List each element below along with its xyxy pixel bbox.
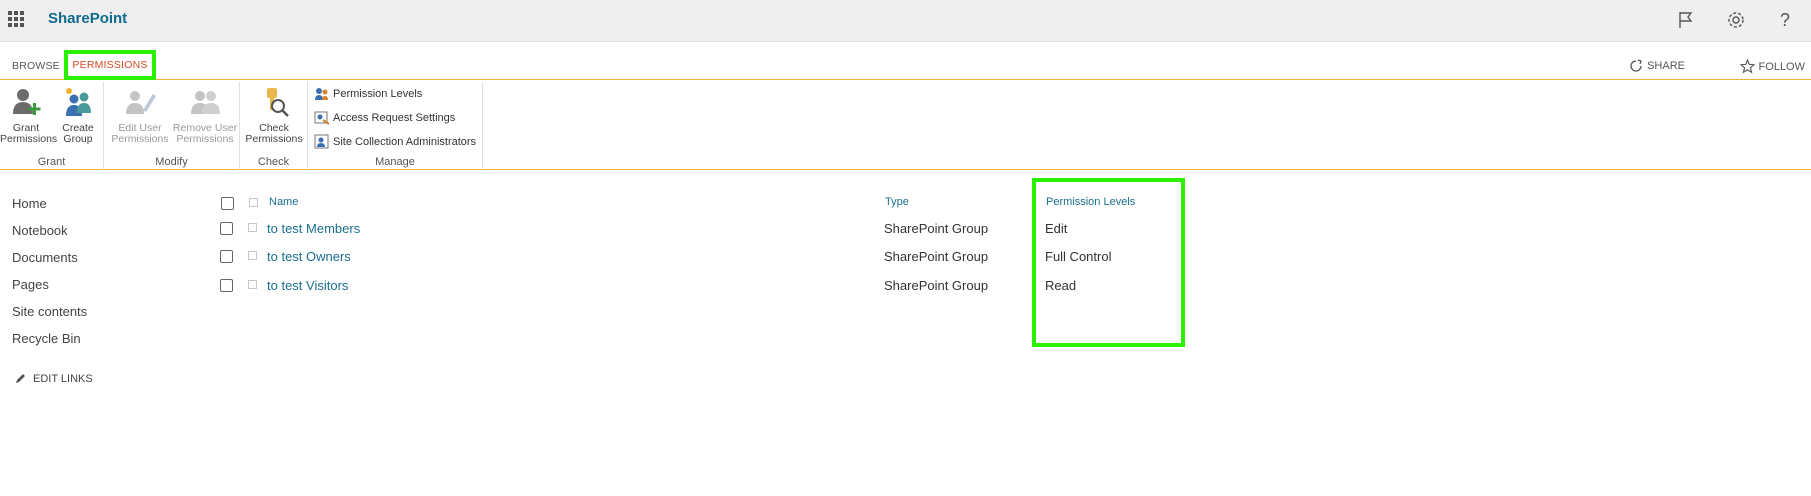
edit-links-label: EDIT LINKS [33,372,93,385]
row-item-checkbox[interactable] [248,280,257,289]
row-checkbox[interactable] [220,250,233,263]
group-permission-level: Full Control [1045,249,1112,264]
ribbon-group-manage: Permission Levels Access Request Setting… [308,82,483,170]
star-icon [1739,59,1755,74]
ribbon: Grant Permissions Create Group Grant Edi… [0,80,1811,170]
site-collection-administrators-icon [314,134,329,149]
column-header-permission-levels[interactable]: Permission Levels [1046,196,1135,208]
ribbon-group-label-grant: Grant [37,156,66,168]
suite-bar: SharePoint ? [0,0,1811,42]
nav-item-notebook[interactable]: Notebook [12,222,87,249]
site-collection-administrators-button[interactable]: Site Collection Administrators [314,134,476,150]
share-button[interactable]: SHARE [1629,59,1685,73]
nav-item-recycle-bin[interactable]: Recycle Bin [12,330,87,357]
ribbon-tab-bar: BROWSE PERMISSIONS [0,48,1811,80]
group-type: SharePoint Group [884,278,989,293]
create-group-label-2: Group [63,133,93,145]
left-navigation: Home Notebook Documents Pages Site conte… [12,195,87,357]
row-item-checkbox[interactable] [248,251,257,260]
column-header-type[interactable]: Type [885,196,909,208]
nav-item-home[interactable]: Home [12,195,87,222]
grant-permissions-button[interactable]: Grant Permissions [0,86,58,145]
ribbon-group-grant: Grant Permissions Create Group Grant [0,82,104,170]
flag-icon[interactable] [1675,9,1697,31]
access-request-settings-label: Access Request Settings [333,112,456,124]
share-label: SHARE [1647,60,1685,72]
site-collection-administrators-label: Site Collection Administrators [333,136,477,148]
nav-item-pages[interactable]: Pages [12,276,87,303]
remove-user-permissions-icon [191,91,220,114]
row-item-checkbox[interactable] [248,223,257,232]
check-permissions-button[interactable]: Check Permissions [242,86,306,145]
brand-title[interactable]: SharePoint [48,10,127,27]
group-permission-level: Read [1045,278,1077,293]
pencil-icon [16,374,25,383]
check-permissions-icon [267,88,289,117]
permission-levels-label: Permission Levels [333,88,423,100]
row-checkbox[interactable] [220,222,233,235]
edit-user-permissions-button[interactable]: Edit User Permissions [108,86,172,145]
ribbon-group-modify: Edit User Permissions Remove User Permis… [104,82,240,170]
edit-user-permissions-icon [126,91,156,114]
group-name-link[interactable]: to test Members [267,221,360,236]
group-name-link[interactable]: to test Visitors [267,278,348,293]
create-group-icon [66,88,91,116]
permission-levels-button[interactable]: Permission Levels [314,86,422,102]
remove-user-permissions-button[interactable]: Remove User Permissions [170,86,240,145]
access-request-settings-icon [314,111,330,125]
select-all-item-checkbox[interactable] [249,198,258,207]
group-type: SharePoint Group [884,249,989,264]
help-icon[interactable]: ? [1774,9,1796,31]
group-permission-level: Edit [1045,221,1068,236]
group-type: SharePoint Group [884,221,989,236]
column-header-name[interactable]: Name [269,196,298,208]
ribbon-group-label-check: Check [257,156,290,168]
remove-user-permissions-label-2: Permissions [176,133,234,145]
edit-links-button[interactable]: EDIT LINKS [14,372,93,385]
select-all-checkbox[interactable] [221,197,234,210]
access-request-settings-button[interactable]: Access Request Settings [314,110,455,126]
nav-item-site-contents[interactable]: Site contents [12,303,87,330]
tab-browse[interactable]: BROWSE [12,60,60,72]
waffle-icon[interactable] [8,11,24,27]
ribbon-group-label-modify: Modify [155,156,188,168]
grant-permissions-icon [13,89,41,115]
check-permissions-label-2: Permissions [245,133,303,145]
group-name-link[interactable]: to test Owners [267,249,351,264]
nav-item-documents[interactable]: Documents [12,249,87,276]
create-group-button[interactable]: Create Group [56,86,100,145]
permission-levels-icon [315,88,328,100]
row-checkbox[interactable] [220,279,233,292]
ribbon-group-check: Check Permissions Check [240,82,308,170]
gear-icon[interactable] [1725,9,1747,31]
share-icon [1630,59,1642,72]
ribbon-group-label-manage: Manage [375,156,415,168]
tab-permissions[interactable]: PERMISSIONS [64,50,156,80]
edit-user-permissions-label-2: Permissions [111,133,169,145]
follow-button[interactable]: FOLLOW [1739,59,1805,74]
grant-permissions-label-2: Permissions [0,133,58,145]
follow-label: FOLLOW [1758,60,1805,73]
